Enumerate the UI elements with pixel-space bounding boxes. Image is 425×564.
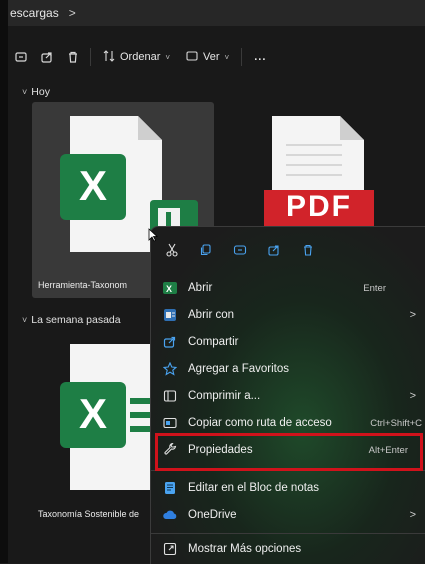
chevron-down-icon: ˅ [224, 52, 230, 62]
submenu-arrow-icon: > [409, 509, 416, 521]
chevron-down-icon: ˅ [22, 87, 28, 97]
star-icon [161, 360, 179, 378]
svg-text:X: X [166, 284, 172, 294]
chevron-down-icon: ˅ [165, 52, 171, 62]
svg-text:X: X [79, 390, 107, 437]
zip-icon [161, 387, 179, 405]
toolbar-divider [90, 48, 91, 66]
sort-icon [103, 49, 115, 65]
menu-separator [151, 533, 425, 534]
svg-text:X: X [79, 162, 107, 209]
copy-icon[interactable] [193, 237, 219, 263]
menu-item-abrir-con[interactable]: Abrir con > [151, 302, 425, 328]
menu-item-label: Compartir [188, 336, 239, 348]
breadcrumb-descargas[interactable]: escargas [10, 6, 59, 20]
pdf-badge: PDF [286, 190, 352, 223]
menu-item-shortcut: Enter [363, 282, 386, 294]
command-bar: Ordenar ˅ Ver ˅ ... [8, 40, 425, 74]
toolbar-divider [241, 48, 243, 66]
rename-icon[interactable] [227, 237, 253, 263]
view-icon [186, 50, 198, 65]
context-menu: X Abrir Enter Abrir con > Compartir Agre… [150, 226, 425, 564]
menu-item-label: Abrir con [188, 309, 235, 321]
group-label-today: Hoy [31, 86, 50, 98]
more-options-icon [161, 540, 179, 558]
share-icon [161, 333, 179, 351]
more-label: ... [254, 51, 267, 63]
file-name-taxonomia: Taxonomía Sostenible de [38, 509, 140, 519]
group-header-today[interactable]: ˅ Hoy [22, 86, 50, 98]
share-icon[interactable] [34, 44, 60, 70]
file-name-herramienta: Herramienta-Taxonom [38, 280, 128, 290]
sort-label: Ordenar [120, 51, 161, 63]
menu-item-abrir[interactable]: X Abrir Enter [151, 275, 425, 301]
cloud-icon [161, 506, 179, 524]
cut-icon[interactable] [159, 237, 185, 263]
share-icon[interactable] [261, 237, 287, 263]
delete-icon[interactable] [295, 237, 321, 263]
submenu-arrow-icon: > [409, 390, 416, 402]
group-header-last-week[interactable]: ˅ La semana pasada [22, 314, 121, 326]
menu-item-label: Comprimir a... [188, 390, 261, 402]
open-with-icon [161, 306, 179, 324]
menu-item-label: Editar en el Bloc de notas [188, 482, 320, 494]
menu-item-compartir[interactable]: Compartir [151, 329, 425, 355]
sort-button[interactable]: Ordenar ˅ [95, 44, 178, 70]
more-button[interactable]: ... [246, 44, 274, 70]
menu-item-label: Copiar como ruta de acceso [188, 417, 332, 429]
view-button[interactable]: Ver ˅ [178, 44, 237, 70]
view-label: Ver [203, 51, 220, 63]
properties-highlight-box [155, 433, 423, 471]
rename-icon[interactable] [8, 44, 34, 70]
menu-item-comprimir[interactable]: Comprimir a... > [151, 383, 425, 409]
breadcrumb-separator[interactable]: > [69, 6, 76, 20]
menu-item-bloc-notas[interactable]: Editar en el Bloc de notas [151, 475, 425, 501]
menu-item-label: Agregar a Favoritos [188, 363, 289, 375]
excel-icon: X [161, 279, 179, 297]
delete-icon[interactable] [60, 44, 86, 70]
menu-item-label: Mostrar Más opciones [188, 543, 302, 555]
submenu-arrow-icon: > [409, 309, 416, 321]
menu-item-shortcut: Ctrl+Shift+C [370, 417, 422, 429]
menu-item-label: Abrir [188, 282, 213, 294]
menu-item-label: OneDrive [188, 509, 237, 521]
breadcrumb: escargas > [8, 0, 425, 26]
menu-item-mas-opciones[interactable]: Mostrar Más opciones [151, 536, 425, 562]
notepad-icon [161, 479, 179, 497]
menu-item-onedrive[interactable]: OneDrive > [151, 502, 425, 528]
mouse-cursor-icon [148, 228, 158, 242]
menu-item-favoritos[interactable]: Agregar a Favoritos [151, 356, 425, 382]
copy-path-icon [161, 414, 179, 432]
excel-file-icon: X [60, 344, 160, 490]
chevron-down-icon: ˅ [22, 315, 28, 325]
context-quick-actions [159, 237, 321, 263]
group-label-last-week: La semana pasada [31, 314, 121, 326]
left-edge [0, 0, 8, 563]
